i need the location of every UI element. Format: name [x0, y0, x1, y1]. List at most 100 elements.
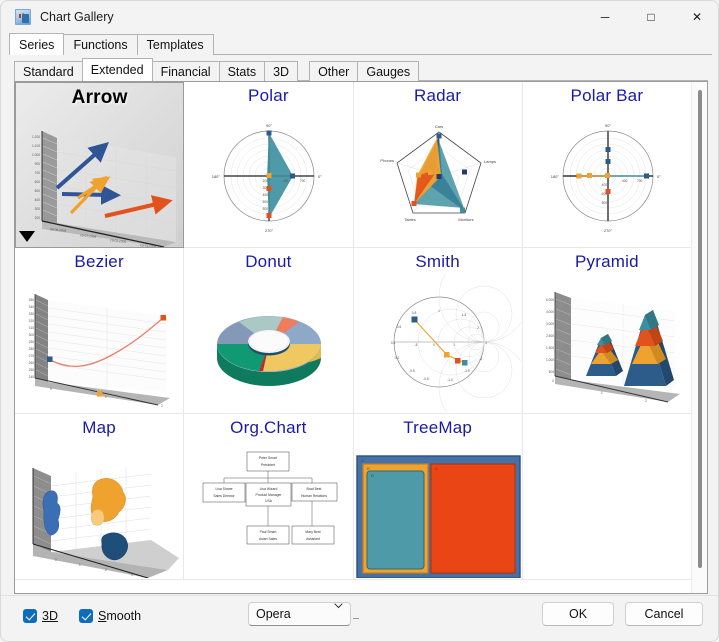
svg-text:0.2: 0.2 [394, 356, 399, 360]
svg-text:250: 250 [29, 368, 35, 372]
selection-marker-icon [19, 231, 35, 242]
svg-text:400: 400 [35, 198, 41, 202]
tab-gauges[interactable]: Gauges [357, 61, 420, 81]
checkbox-smooth-label: mooth [106, 609, 142, 623]
radar-label-monitors: Monitors [458, 217, 473, 222]
close-icon: ✕ [691, 10, 703, 24]
title-bar: Chart Gallery ─ □ ✕ [1, 1, 718, 33]
gallery-item-pyramid[interactable]: Pyramid 5.000 4.000 3.000 2.500 1.500 1.… [522, 248, 692, 414]
org-node-role: Product Manager [256, 493, 283, 497]
scrollbar-thumb[interactable] [698, 90, 702, 568]
svg-text:700: 700 [637, 179, 643, 183]
tab-extended[interactable]: Extended [81, 58, 153, 81]
svg-text:4.000: 4.000 [546, 310, 554, 314]
gallery-item-bezier[interactable]: Bezier 350 340 330 320 310 300 290 280 2… [15, 248, 185, 414]
org-node-name: Lisa Shane [216, 487, 233, 491]
svg-text:700: 700 [300, 179, 306, 183]
gallery-item-smith[interactable]: Smith 0.8 1 1.5 0.6 2 0.4 3 0.2 -2 -0.6 … [353, 248, 523, 414]
gallery-item-polar[interactable]: Polar 90° 0° 270° 180° 200 300 400 500 6… [184, 82, 354, 248]
svg-text:2: 2 [645, 399, 647, 403]
svg-text:330: 330 [29, 312, 35, 316]
gallery-panel: Arrow 1.200 1.100 1.000 900 700 600 500 … [14, 81, 708, 594]
gallery-item-org-chart[interactable]: Org.Chart Peter Smart President Lisa Sha… [184, 414, 354, 580]
ok-button[interactable]: OK [542, 602, 614, 626]
svg-text:340: 340 [29, 305, 35, 309]
svg-text:290: 290 [29, 340, 35, 344]
map-chart-thumbnail: 0 1 2 3 [15, 440, 183, 578]
svg-text:500: 500 [35, 189, 41, 193]
svg-text:0.8: 0.8 [411, 311, 416, 315]
maximize-button[interactable]: □ [628, 1, 674, 33]
checkbox-smooth[interactable]: Smooth [79, 609, 141, 623]
outer-tab-bar: Series Functions Templates [9, 33, 712, 55]
svg-text:300: 300 [263, 186, 269, 190]
org-node-role: Assistant [306, 537, 320, 541]
tab-functions[interactable]: Functions [63, 34, 138, 55]
svg-text:500: 500 [263, 200, 269, 204]
tab-stats[interactable]: Stats [218, 61, 266, 81]
tab-standard[interactable]: Standard [14, 61, 83, 81]
smith-chart-thumbnail: 0.8 1 1.5 0.6 2 0.4 3 0.2 -2 -0.6 -1.5 -0.8 -1.… [354, 274, 522, 412]
gallery-item-radar[interactable]: Radar Cars Lamps Monitors Tables Phones [353, 82, 523, 248]
svg-text:-1.5: -1.5 [464, 369, 470, 373]
svg-text:2: 2 [105, 568, 107, 572]
treemap-chart-thumbnail: A B C D [354, 440, 522, 578]
svg-text:16-07-2004: 16-07-2004 [80, 233, 97, 239]
svg-text:2: 2 [161, 404, 163, 408]
svg-text:600: 600 [263, 207, 269, 211]
svg-text:0°: 0° [318, 174, 322, 179]
svg-text:1: 1 [601, 391, 603, 395]
arrow-chart-thumbnail: 1.200 1.100 1.000 900 700 600 500 400 300 200… [16, 109, 183, 247]
radar-label-cars: Cars [434, 124, 442, 129]
gallery-item-label: Pyramid [575, 252, 639, 271]
minimize-button[interactable]: ─ [582, 1, 628, 33]
tab-series[interactable]: Series [9, 33, 65, 55]
polar-chart-thumbnail: 90° 0° 270° 180° 200 300 400 500 600 400 70… [184, 108, 352, 246]
svg-text:08-08-2004: 08-08-2004 [50, 227, 67, 233]
palette-select[interactable]: Opera [248, 602, 351, 626]
svg-text:90°: 90° [605, 123, 611, 128]
svg-text:1.200: 1.200 [32, 135, 40, 139]
svg-text:-2: -2 [479, 357, 482, 361]
svg-text:1.000: 1.000 [546, 358, 554, 362]
radar-label-lamps: Lamps [484, 159, 496, 164]
svg-text:3: 3 [485, 341, 487, 345]
pyramid-chart-thumbnail: 5.000 4.000 3.000 2.500 1.500 1.000 500 0 1 2 [523, 274, 691, 412]
org-chart-thumbnail: Peter Smart President Lisa Shane Sales D… [184, 440, 352, 578]
tab-templates[interactable]: Templates [136, 34, 214, 55]
tab-other[interactable]: Other [309, 61, 359, 81]
gallery-item-label: Radar [413, 86, 462, 105]
svg-text:1: 1 [105, 395, 107, 399]
org-node-name: Lisa Wizard [260, 487, 278, 491]
gallery-vertical-scrollbar[interactable] [691, 82, 707, 593]
svg-text:400: 400 [283, 179, 289, 183]
gallery-item-treemap[interactable]: TreeMap A B C D [353, 414, 523, 580]
svg-text:280: 280 [29, 347, 35, 351]
cancel-button[interactable]: Cancel [625, 602, 703, 626]
tab-3d[interactable]: 3D [264, 61, 299, 81]
polar-bar-chart-thumbnail: 90° 0° 270° 180° 400 600 800 400 700 [523, 108, 691, 246]
close-button[interactable]: ✕ [674, 1, 718, 33]
gallery-item-map[interactable]: Map 0 1 2 3 [15, 414, 185, 580]
checkbox-3d[interactable]: 3D [23, 609, 58, 623]
gallery-item-donut[interactable]: Donut [184, 248, 354, 414]
window-controls: ─ □ ✕ [582, 1, 718, 33]
tab-financial[interactable]: Financial [151, 61, 220, 81]
maximize-icon: □ [647, 10, 655, 24]
svg-text:350: 350 [29, 298, 35, 302]
gallery-item-arrow[interactable]: Arrow 1.200 1.100 1.000 900 700 600 500 … [15, 82, 185, 248]
svg-text:260: 260 [29, 361, 35, 365]
svg-text:0: 0 [50, 387, 52, 391]
checkmark-icon [23, 609, 37, 623]
gallery-item-polar-bar[interactable]: Polar Bar 90° 0° 270° 180° 400 600 800 4… [522, 82, 692, 248]
org-node-role: Asian Sales [259, 537, 277, 541]
svg-text:180°: 180° [212, 174, 221, 179]
bezier-chart-thumbnail: 350 340 330 320 310 300 290 280 270 260 250 24… [15, 274, 183, 412]
radar-label-phones: Phones [380, 158, 394, 163]
svg-text:270: 270 [29, 354, 35, 358]
gallery-item-label: Arrow [71, 87, 128, 108]
gallery-grid: Arrow 1.200 1.100 1.000 900 700 600 500 … [15, 82, 692, 593]
gallery-item-label: Polar Bar [570, 86, 644, 105]
svg-text:D: D [371, 473, 374, 478]
org-node-name: Mary Best [306, 530, 321, 534]
